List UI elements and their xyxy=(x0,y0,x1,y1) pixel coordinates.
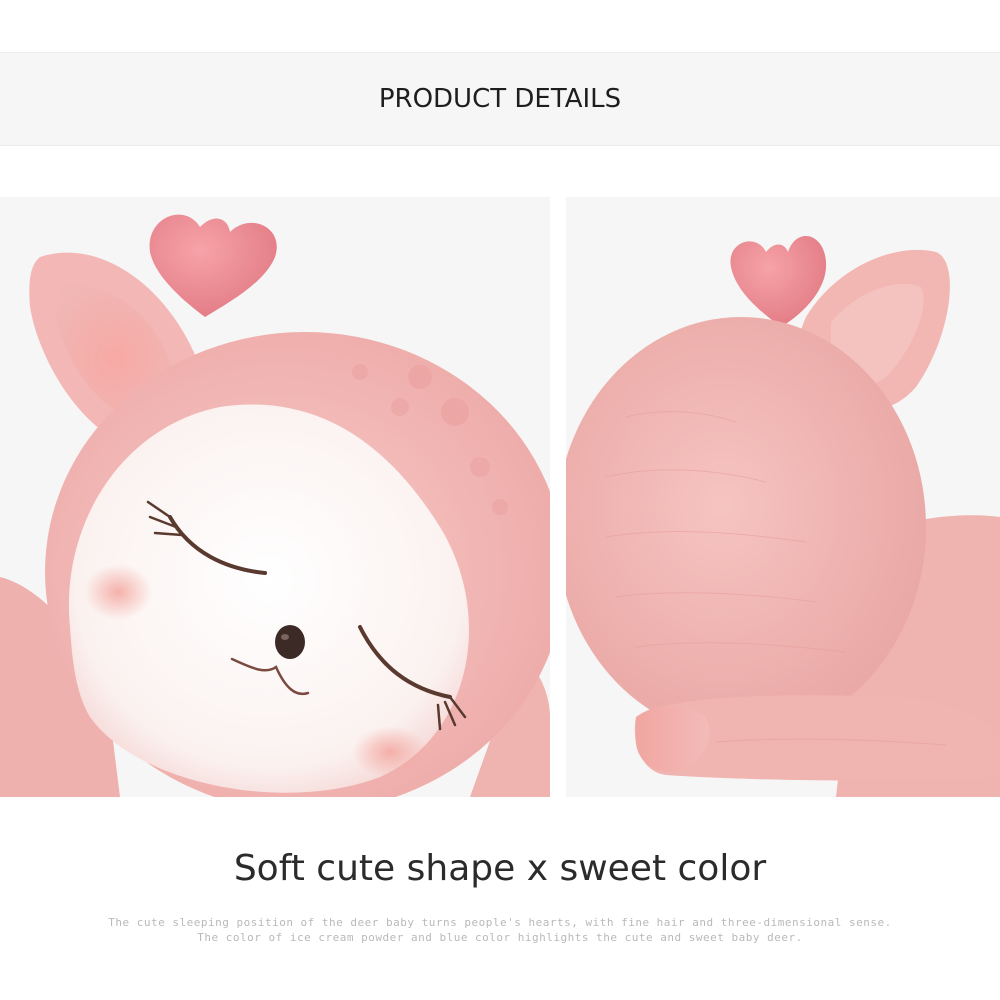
description-line-2: The color of ice cream powder and blue c… xyxy=(197,931,803,944)
page-title: PRODUCT DETAILS xyxy=(378,84,622,114)
product-detail-page: PRODUCT DETAILS Soft cute shape x sweet … xyxy=(0,0,1000,1000)
description-line-1: The cute sleeping position of the deer b… xyxy=(108,916,892,929)
headline: Soft cute shape x sweet color xyxy=(233,848,767,889)
product-photo-back xyxy=(566,197,1000,797)
header-band: PRODUCT DETAILS xyxy=(0,52,1000,146)
deer-face-illustration xyxy=(0,197,550,797)
product-photo-front xyxy=(0,197,550,797)
deer-back-illustration xyxy=(566,197,1000,797)
